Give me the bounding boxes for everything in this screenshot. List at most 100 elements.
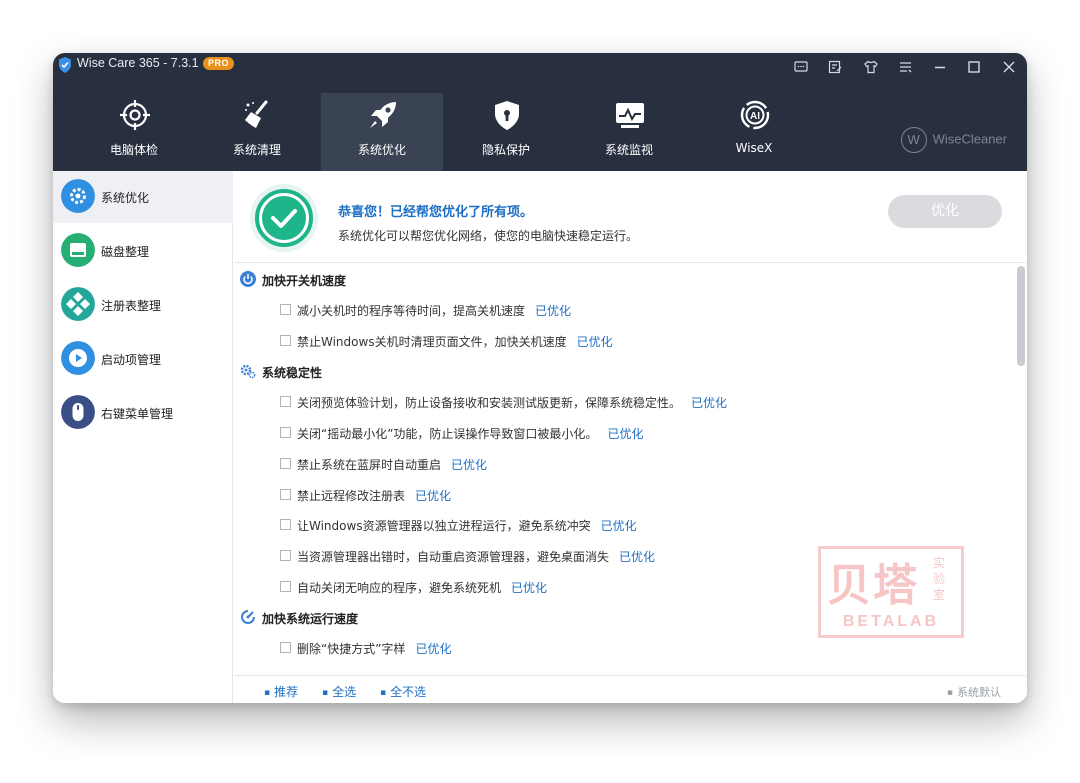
speed-icon [241,610,255,624]
brand-name: WiseCleaner [932,131,1007,147]
item-status: 已优化 [691,396,728,410]
select-all-link[interactable]: 全选 [322,683,356,700]
nav-label: 系统监视 [604,143,653,157]
sidebar-item-registry-defrag[interactable]: 注册表整理 [53,279,233,331]
nav-label: 系统清理 [232,143,281,157]
crosshair-icon [120,100,150,130]
ai-icon: AI [740,100,770,130]
nav-tab-system-monitor[interactable]: 系统监视 [568,93,690,171]
item-checkbox[interactable] [280,581,291,592]
footer-bar: 推荐 全选 全不选 系统默认 [234,675,1027,703]
maximize-icon[interactable] [966,59,984,75]
item-text: 禁止Windows关机时清理页面文件，加快关机速度 [297,335,567,349]
disk-icon [61,233,95,267]
check-circle-icon [250,184,318,252]
section-title: 加快开关机速度 [262,274,347,288]
item-status: 已优化 [415,642,452,656]
minimize-icon[interactable] [932,59,950,75]
nav-tab-system-tuneup[interactable]: 系统优化 [321,93,443,171]
nav-label: 电脑体检 [109,143,158,157]
menu-icon[interactable] [898,59,916,75]
sidebar-item-system-tuneup[interactable]: 系统优化 [53,171,233,223]
watermark-text: 贝塔 [827,560,919,611]
item-text: 关闭预览体验计划，防止设备接收和安装测试版更新，保障系统稳定性。 [297,396,682,410]
app-logo-icon [59,57,71,73]
nav-label: WiseX [735,141,773,155]
item-status: 已优化 [511,581,548,595]
item-text: 当资源管理器出错时，自动重启资源管理器，避免桌面消失 [297,550,610,564]
sidebar-item-label: 磁盘整理 [101,245,150,259]
rocket-icon [370,102,396,128]
item-text: 禁止远程修改注册表 [297,489,406,503]
title-bar: Wise Care 365 - 7.3.1 PRO [53,53,1027,79]
nav-label: 隐私保护 [481,143,530,157]
select-none-link[interactable]: 全不选 [380,683,426,700]
item-checkbox[interactable] [280,642,291,653]
watermark-stamp: 贝塔 实验室 BETALAB [818,546,964,638]
item-status: 已优化 [535,304,572,318]
nav-tab-system-cleaner[interactable]: 系统清理 [196,93,318,171]
status-header: 恭喜您！已经帮您优化了所有项。 系统优化可以帮您优化网络，使您的电脑快速稳定运行… [234,171,1027,263]
pro-badge: PRO [203,57,235,70]
item-checkbox[interactable] [280,304,291,315]
gear-icon [61,179,95,213]
monitor-icon [616,103,644,128]
nav-label: 系统优化 [357,143,406,157]
optimize-button[interactable]: 优化 [888,195,1002,228]
sidebar: 系统优化 磁盘整理 注册表整理 启动项管理 右键菜单管理 [53,171,233,703]
item-checkbox[interactable] [280,335,291,346]
brand-mark: W [900,127,927,153]
sidebar-item-label: 启动项管理 [101,353,162,367]
startup-icon [61,341,95,375]
item-status: 已优化 [600,519,637,533]
brand-logo: W WiseCleaner [900,127,1007,153]
sidebar-item-label: 系统优化 [101,191,150,205]
sidebar-item-startup-manager[interactable]: 启动项管理 [53,333,233,385]
item-checkbox[interactable] [280,396,291,407]
sidebar-item-disk-defrag[interactable]: 磁盘整理 [53,225,233,277]
app-window: Wise Care 365 - 7.3.1 PRO 电脑体检 系统清理 系统优化… [53,53,1027,703]
section-title: 加快系统运行速度 [262,612,359,626]
main-panel: 恭喜您！已经帮您优化了所有项。 系统优化可以帮您优化网络，使您的电脑快速稳定运行… [234,171,1027,703]
optimization-list: 加快开关机速度 减小关机时的程序等待时间，提高关机速度 已优化 禁止Windows… [234,264,1027,675]
item-checkbox[interactable] [280,550,291,561]
item-checkbox[interactable] [280,458,291,469]
nav-tab-privacy-protector[interactable]: 隐私保护 [445,93,567,171]
status-title: 恭喜您！已经帮您优化了所有项。 [338,205,534,220]
registry-icon [61,287,95,321]
close-icon[interactable] [1001,59,1019,75]
recommend-link[interactable]: 推荐 [264,683,298,700]
nav-tab-wisex[interactable]: AI WiseX [693,93,815,171]
item-text: 删除“快捷方式”字样 [297,642,406,656]
item-status: 已优化 [415,489,452,503]
item-checkbox[interactable] [280,489,291,500]
svg-text:AI: AI [750,111,760,122]
item-status: 已优化 [607,427,644,441]
item-status: 已优化 [451,458,488,472]
nav-tab-pc-checkup[interactable]: 电脑体检 [73,93,195,171]
item-checkbox[interactable] [280,519,291,530]
status-subtitle: 系统优化可以帮您优化网络，使您的电脑快速稳定运行。 [338,229,639,243]
sidebar-item-context-menu[interactable]: 右键菜单管理 [53,387,233,439]
item-status: 已优化 [576,335,613,349]
mouse-icon [61,395,95,429]
item-status: 已优化 [619,550,656,564]
item-text: 让Windows资源管理器以独立进程运行，避免系统冲突 [297,519,591,533]
item-text: 减小关机时的程序等待时间，提高关机速度 [297,304,526,318]
notes-icon[interactable] [827,59,845,75]
power-icon [240,271,256,287]
top-bar: Wise Care 365 - 7.3.1 PRO 电脑体检 系统清理 系统优化… [53,53,1027,171]
feedback-icon[interactable] [793,59,811,75]
item-text: 禁止系统在蓝屏时自动重启 [297,458,442,472]
section-title: 系统稳定性 [262,366,323,380]
watermark-side-text: 实验室 [933,556,946,602]
item-checkbox[interactable] [280,427,291,438]
watermark-subtext: BETALAB [842,613,940,630]
system-default-link[interactable]: 系统默认 [947,684,1001,700]
shield-lock-icon [495,101,519,130]
item-text: 自动关闭无响应的程序，避免系统死机 [297,581,502,595]
broom-icon [245,100,268,128]
sidebar-item-label: 右键菜单管理 [101,407,174,421]
skin-icon[interactable] [863,59,881,75]
vertical-scrollbar[interactable] [1017,266,1025,366]
